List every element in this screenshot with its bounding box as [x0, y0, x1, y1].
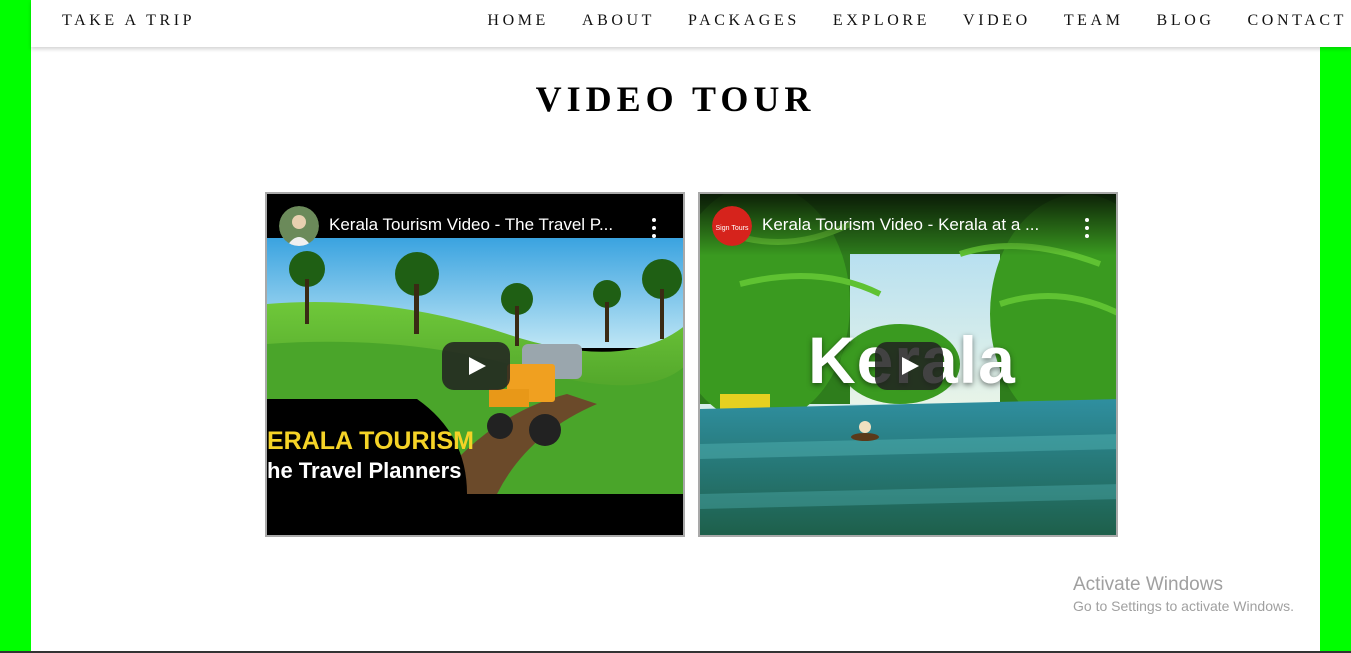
nav-blog[interactable]: BLOG	[1157, 12, 1215, 30]
svg-text:Sign Tours: Sign Tours	[716, 225, 749, 232]
top-navbar: TAKE A TRIP HOME ABOUT PACKAGES EXPLORE …	[31, 0, 1351, 47]
play-button-icon[interactable]	[442, 342, 510, 390]
more-options-icon[interactable]	[651, 218, 657, 238]
play-button-icon[interactable]	[875, 342, 943, 390]
video-embed-2[interactable]: Sign Tours Kerala Tourism Video - Kerala…	[698, 192, 1118, 537]
video-embed-1[interactable]: Kerala Tourism Video - The Travel P... E…	[265, 192, 685, 537]
thumbnail-caption-1: ERALA TOURISM	[267, 427, 474, 455]
channel-avatar-2[interactable]: Sign Tours	[712, 206, 752, 246]
nav-packages[interactable]: PACKAGES	[688, 12, 800, 30]
nav-video[interactable]: VIDEO	[963, 12, 1031, 30]
windows-activation-watermark: Activate Windows Go to Settings to activ…	[1073, 574, 1294, 614]
nav-explore[interactable]: EXPLORE	[833, 12, 930, 30]
video-title-2[interactable]: Kerala Tourism Video - Kerala at a ...	[762, 215, 1062, 235]
section-title: VIDEO TOUR	[535, 79, 816, 119]
nav-about[interactable]: ABOUT	[582, 12, 655, 30]
main-nav: HOME ABOUT PACKAGES EXPLORE VIDEO TEAM B…	[454, 12, 1347, 30]
more-options-icon[interactable]	[1084, 218, 1090, 238]
nav-home[interactable]: HOME	[487, 12, 549, 30]
watermark-subtitle: Go to Settings to activate Windows.	[1073, 598, 1294, 614]
nav-contact[interactable]: CONTACT	[1248, 12, 1347, 30]
channel-avatar-1[interactable]	[279, 206, 319, 246]
brand-logo[interactable]: TAKE A TRIP	[62, 12, 195, 30]
nav-team[interactable]: TEAM	[1064, 12, 1124, 30]
thumbnail-subcaption-1: he Travel Planners	[267, 458, 462, 483]
video-title-1[interactable]: Kerala Tourism Video - The Travel P...	[329, 215, 629, 235]
watermark-title: Activate Windows	[1073, 574, 1223, 595]
